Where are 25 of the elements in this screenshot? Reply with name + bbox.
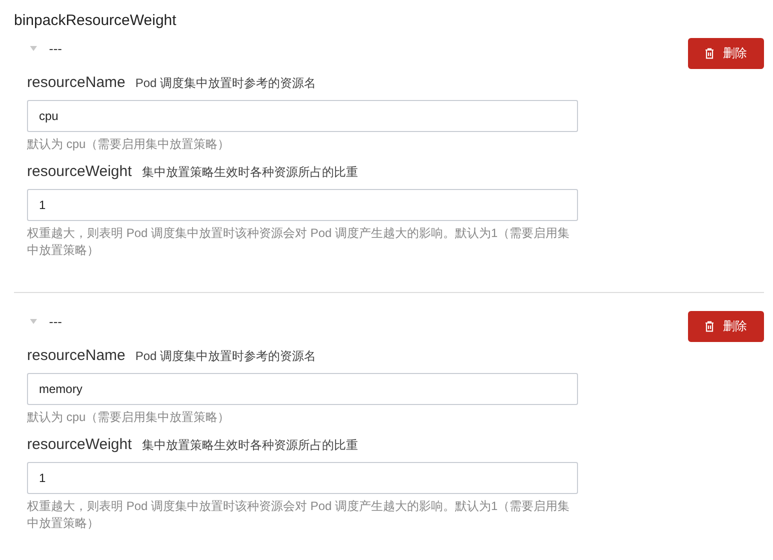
delete-button[interactable]: 删除 bbox=[688, 310, 764, 342]
field-description: Pod 调度集中放置时参考的资源名 bbox=[135, 348, 316, 365]
caret-icon[interactable] bbox=[30, 46, 37, 50]
field-label: resourceName bbox=[27, 347, 126, 364]
item-header: --- bbox=[49, 40, 62, 56]
delete-button[interactable]: 删除 bbox=[688, 38, 764, 68]
item-header: --- bbox=[49, 314, 62, 328]
help-text: 权重越大，则表明 Pod 调度集中放置时该种资源会对 Pod 调度产生越大的影响。默认为1（需要启用集中放置策略） bbox=[27, 225, 571, 259]
field-description: 集中放置策略生效时各种资源所占的比重 bbox=[142, 164, 358, 181]
input-field[interactable]: cpu bbox=[27, 100, 578, 132]
field-label: resourceWeight bbox=[27, 163, 132, 180]
caret-icon[interactable] bbox=[30, 318, 37, 324]
trash-icon bbox=[705, 48, 714, 58]
help-text: 默认为 cpu（需要启用集中放置策略） bbox=[27, 409, 231, 426]
trash-icon bbox=[705, 320, 714, 332]
input-field[interactable]: 1 bbox=[27, 462, 578, 494]
section-title: binpackResourceWeight bbox=[14, 11, 178, 31]
help-text: 权重越大，则表明 Pod 调度集中放置时该种资源会对 Pod 调度产生越大的影响。默认为1（需要启用集中放置策略） bbox=[27, 498, 571, 532]
input-field[interactable]: memory bbox=[27, 373, 578, 405]
field-label: resourceName bbox=[27, 74, 126, 91]
field-description: Pod 调度集中放置时参考的资源名 bbox=[135, 75, 316, 92]
input-field[interactable]: 1 bbox=[27, 189, 578, 221]
help-text: 默认为 cpu（需要启用集中放置策略） bbox=[27, 136, 231, 153]
field-description: 集中放置策略生效时各种资源所占的比重 bbox=[142, 437, 358, 454]
field-label: resourceWeight bbox=[27, 436, 132, 453]
